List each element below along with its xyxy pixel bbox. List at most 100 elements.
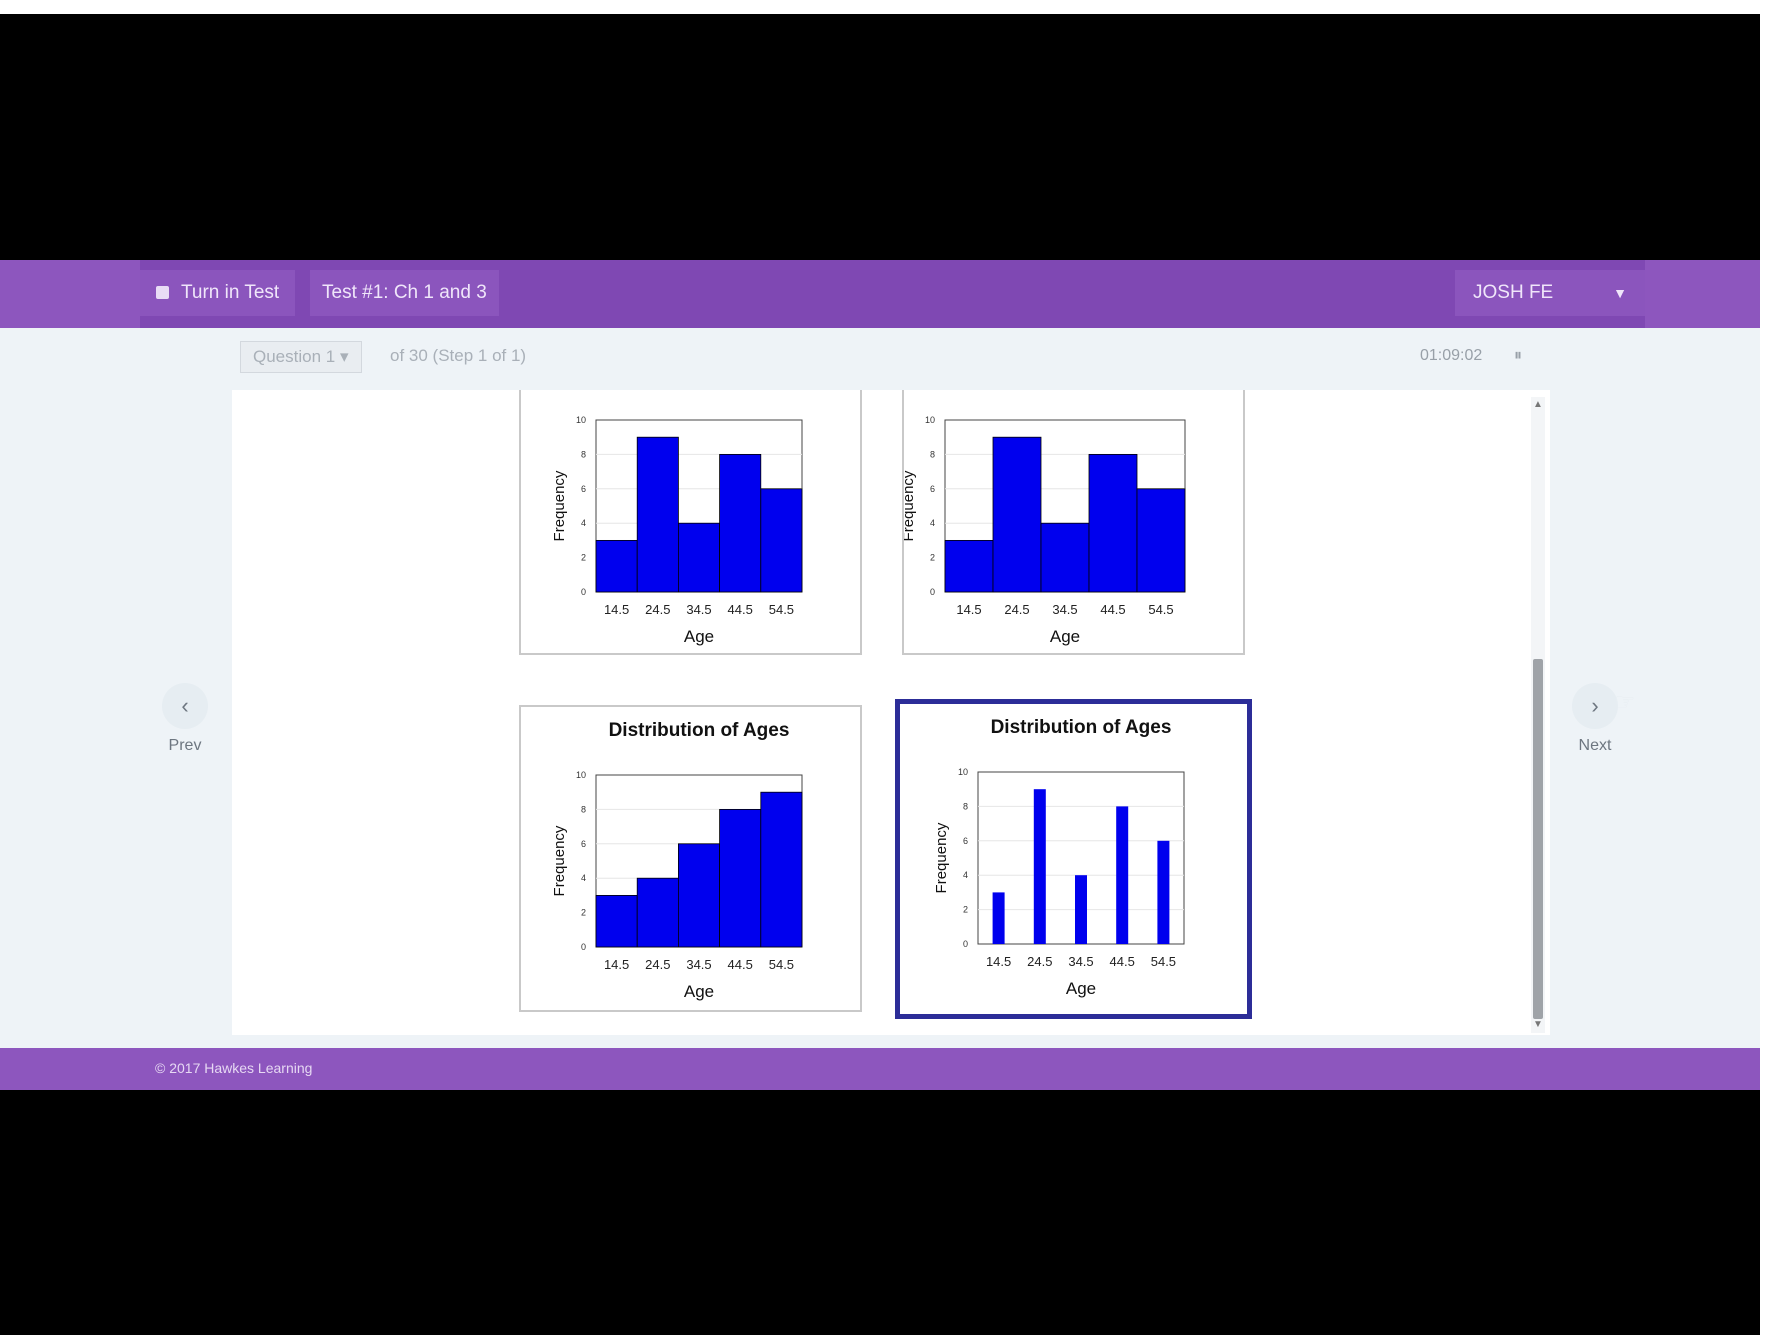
x-tick-label: 54.5: [1151, 954, 1176, 969]
y-tick-label: 10: [925, 415, 935, 425]
scroll-up-icon[interactable]: ▲: [1533, 397, 1543, 413]
timer-toggle-icon[interactable]: ⏸: [1514, 341, 1522, 371]
turn-in-label: Turn in Test: [181, 282, 280, 303]
y-tick-label: 2: [930, 553, 935, 563]
y-axis-label: Frequency: [904, 470, 917, 541]
chart-bar: [1136, 488, 1186, 593]
chevron-right-icon: ›: [1572, 683, 1618, 729]
y-tick-label: 2: [581, 553, 586, 563]
x-tick-label: 24.5: [645, 957, 670, 972]
chart-svg: 0 2 4 6 8 10 14.5 24.5 34.5 44.5 54.5 Age Frequency D…: [551, 720, 803, 1001]
question-select[interactable]: Question 1 ▾: [240, 341, 362, 373]
scroll-down-icon[interactable]: ▼: [1533, 1017, 1543, 1033]
user-menu[interactable]: JOSH FE ▼: [1455, 270, 1645, 316]
y-axis-label: Frequency: [551, 470, 568, 541]
x-axis-label: Age: [684, 982, 714, 1001]
top-header: Turn in Test Test #1: Ch 1 and 3 JOSH FE…: [0, 260, 1760, 328]
turn-in-test-button[interactable]: Turn in Test: [140, 270, 296, 316]
y-tick-label: 4: [930, 518, 935, 528]
stop-icon: [156, 286, 169, 299]
y-tick-label: 2: [581, 908, 586, 918]
x-tick-label: 34.5: [1068, 954, 1093, 969]
chart-svg: 0 2 4 6 8 10 14.5 24.5 34.5 44.5 54.5 Age Frequency: [904, 415, 1186, 646]
chart-bar: [1157, 840, 1170, 944]
y-tick-label: 8: [963, 801, 968, 811]
x-tick-label: 54.5: [769, 602, 794, 617]
chart-bar: [1116, 806, 1129, 944]
chart-bar: [595, 539, 638, 593]
y-axis-label: Frequency: [933, 822, 950, 893]
scroll-thumb[interactable]: [1533, 659, 1543, 1019]
x-tick-label: 54.5: [1148, 602, 1173, 617]
x-tick-label: 14.5: [604, 957, 629, 972]
y-tick-label: 10: [576, 770, 586, 780]
y-tick-label: 6: [581, 839, 586, 849]
prev-label: Prev: [168, 737, 202, 754]
y-tick-label: 6: [930, 484, 935, 494]
scrollbar[interactable]: ▲ ▼: [1531, 397, 1545, 1033]
chart-bar: [677, 843, 720, 948]
y-tick-label: 0: [963, 939, 968, 949]
y-axis-label: Frequency: [551, 825, 568, 896]
chart-bar: [760, 488, 803, 593]
x-tick-label: 34.5: [686, 957, 711, 972]
y-tick-label: 8: [581, 804, 586, 814]
x-tick-label: 14.5: [604, 602, 629, 617]
chart-title: Distribution of Ages: [991, 717, 1172, 738]
answer-option-b[interactable]: 0 2 4 6 8 10 14.5 24.5 34.5 44.5 54.5 Age Frequency: [902, 390, 1245, 655]
prev-button[interactable]: ‹ Prev: [155, 683, 215, 755]
chart-bar: [636, 877, 679, 948]
chart-svg: 0 2 4 6 8 10 14.5 24.5 34.5 44.5 54.5 Age Frequency: [551, 415, 803, 646]
next-label: Next: [1578, 737, 1612, 754]
chart-bar: [1088, 454, 1138, 593]
x-tick-label: 34.5: [1052, 602, 1077, 617]
x-tick-label: 24.5: [1027, 954, 1052, 969]
x-tick-label: 14.5: [956, 602, 981, 617]
y-tick-label: 4: [581, 873, 586, 883]
x-axis-label: Age: [1066, 979, 1096, 998]
chart-svg: 0 2 4 6 8 10 14.5 24.5 34.5 44.5 54.5 Age Frequency D…: [933, 717, 1185, 998]
chart-bar: [595, 894, 638, 948]
test-app: Turn in Test Test #1: Ch 1 and 3 JOSH FE…: [0, 260, 1760, 1090]
chart-bar: [1033, 789, 1046, 944]
test-title: Test #1: Ch 1 and 3: [310, 270, 499, 316]
chart-bar: [1040, 522, 1090, 593]
chevron-left-icon: ‹: [162, 683, 208, 729]
x-tick-label: 34.5: [686, 602, 711, 617]
question-content: 0 2 4 6 8 10 14.5 24.5 34.5 44.5 54.5 Age Frequency …: [232, 390, 1550, 1035]
chart-bar: [992, 436, 1042, 593]
x-tick-label: 44.5: [728, 602, 753, 617]
x-axis-label: Age: [1050, 627, 1080, 646]
chart-bar: [719, 454, 762, 593]
top-border: [0, 0, 1775, 14]
user-name: JOSH FE: [1473, 282, 1554, 303]
y-tick-label: 10: [576, 415, 586, 425]
copyright-text: © 2017 Hawkes Learning: [155, 1060, 313, 1076]
chart-bar: [1075, 875, 1087, 944]
y-tick-label: 6: [581, 484, 586, 494]
right-border: [1760, 14, 1775, 1335]
chart-bar: [636, 436, 679, 593]
x-tick-label: 14.5: [986, 954, 1011, 969]
chart-bar: [944, 539, 994, 593]
y-tick-label: 6: [963, 836, 968, 846]
timer: 01:09:02: [1420, 347, 1483, 364]
question-select-value: Question 1: [253, 347, 336, 366]
caret-down-icon: ▼: [1613, 285, 1627, 301]
chart-title: Distribution of Ages: [609, 720, 790, 741]
answer-option-a[interactable]: 0 2 4 6 8 10 14.5 24.5 34.5 44.5 54.5 Age Frequency: [519, 390, 862, 655]
answer-option-c[interactable]: 0 2 4 6 8 10 14.5 24.5 34.5 44.5 54.5 Age Frequency D…: [519, 705, 862, 1012]
question-progress: of 30 (Step 1 of 1): [390, 346, 527, 365]
y-tick-label: 0: [581, 942, 586, 952]
y-tick-label: 8: [930, 449, 935, 459]
chart-bar: [677, 522, 720, 593]
y-tick-label: 0: [930, 587, 935, 597]
x-tick-label: 44.5: [728, 957, 753, 972]
y-tick-label: 4: [963, 870, 968, 880]
chart-bar: [760, 791, 803, 948]
y-tick-label: 4: [581, 518, 586, 528]
x-tick-label: 44.5: [1100, 602, 1125, 617]
y-tick-label: 2: [963, 905, 968, 915]
answer-option-d[interactable]: 0 2 4 6 8 10 14.5 24.5 34.5 44.5 54.5 Age Frequency D…: [895, 699, 1252, 1019]
x-tick-label: 44.5: [1110, 954, 1135, 969]
